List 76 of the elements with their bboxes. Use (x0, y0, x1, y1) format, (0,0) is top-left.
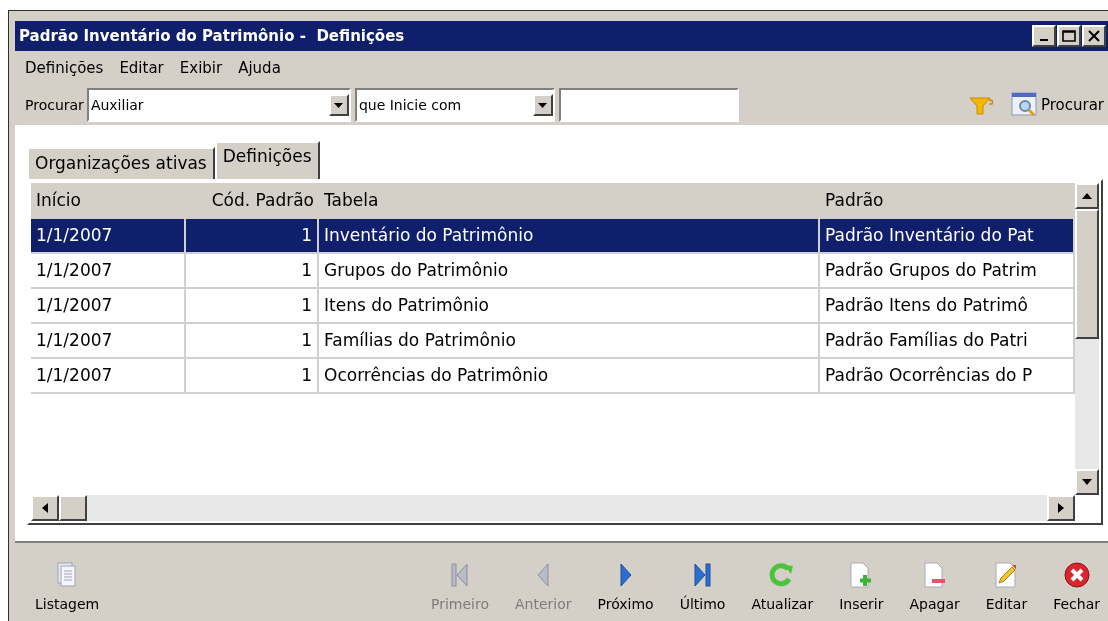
table-cell: 1/1/2007 (31, 219, 186, 252)
table-cell: Itens do Patrimônio (319, 289, 820, 322)
table-row[interactable]: 1/1/2007 1 Famílias do Patrimônio Padrão Famílias do Patri (31, 324, 1075, 359)
toolbar-button[interactable]: Inserir (835, 543, 888, 615)
column-header[interactable]: Tabela (319, 183, 820, 219)
toolbar-button[interactable]: Listagem (31, 543, 104, 615)
table-row[interactable]: 1/1/2007 1 Itens do Patrimônio Padrão Itens do Patrimô (31, 289, 1075, 324)
column-header[interactable]: Padrão (820, 183, 1075, 219)
scroll-thumb[interactable] (1075, 209, 1099, 339)
table-cell: Ocorrências do Patrimônio (319, 359, 820, 392)
scroll-thumb[interactable] (59, 495, 87, 521)
table-cell: 1 (186, 359, 319, 392)
minimize-button[interactable] (1032, 25, 1056, 47)
close-button[interactable] (1082, 25, 1106, 47)
document-icon (57, 562, 78, 588)
window-magnifier-icon (1010, 92, 1037, 118)
document-plus-icon (849, 562, 874, 588)
caret-icon (538, 102, 548, 108)
maximize-icon (1062, 30, 1076, 42)
condition-select[interactable]: que Inicie com (354, 88, 555, 122)
tab[interactable]: Organizações ativas (27, 147, 215, 179)
table-cell: Famílias do Patrimônio (319, 324, 820, 357)
column-header[interactable]: Cód. Padrão (186, 183, 319, 219)
toolbar-button[interactable]: Último (675, 543, 730, 615)
table-cell: 1 (186, 324, 319, 357)
table-cell: Grupos do Patrimônio (319, 254, 820, 287)
skip-last-icon (692, 562, 713, 588)
toolbar-button[interactable]: Apagar (905, 543, 964, 615)
triangle-right-icon (618, 562, 633, 588)
vertical-scrollbar[interactable] (1075, 183, 1099, 495)
menu-item[interactable]: Exibir (179, 56, 223, 80)
table-row[interactable]: 1/1/2007 1 Grupos do Patrimônio Padrão Grupos do Patrim (31, 254, 1075, 289)
caret-down-icon (1082, 479, 1092, 485)
table-cell: 1/1/2007 (31, 254, 186, 287)
document-pencil-icon (994, 562, 1019, 588)
triangle-left-icon (536, 562, 551, 588)
column-header[interactable]: Início (31, 183, 186, 219)
field-select[interactable]: Auxiliar (86, 88, 351, 122)
table-cell: 1 (186, 219, 319, 252)
table-cell: 1/1/2007 (31, 324, 186, 357)
minimize-icon (1040, 39, 1048, 41)
caret-up-icon (1082, 193, 1092, 199)
caret-right-icon (1058, 503, 1064, 513)
close-icon (1063, 562, 1090, 588)
scroll-left-button[interactable] (31, 495, 59, 521)
tab[interactable]: Definições (214, 141, 320, 179)
skip-first-icon (450, 562, 470, 588)
table-row[interactable]: 1/1/2007 1 Ocorrências do Patrimônio Padrão Ocorrências do P (31, 359, 1075, 394)
toolbar-button[interactable]: Próximo (593, 543, 658, 615)
menu-item[interactable]: Editar (119, 56, 164, 80)
close-icon (1088, 30, 1100, 42)
dropdown-arrow-button[interactable] (328, 94, 349, 116)
dropdown-arrow-button[interactable] (532, 94, 553, 116)
window-title: Padrão Inventário do Patrimônio - Definições (19, 25, 405, 47)
toolbar-button[interactable]: Atualizar (747, 543, 818, 615)
search-label: Procurar (25, 95, 84, 115)
table-cell: 1/1/2007 (31, 359, 186, 392)
scroll-up-button[interactable] (1075, 183, 1099, 209)
table-cell: 1 (186, 289, 319, 322)
caret-icon (334, 102, 344, 108)
menu-item[interactable]: Definições (25, 56, 104, 80)
caret-left-icon (42, 503, 48, 513)
scroll-down-button[interactable] (1075, 469, 1099, 495)
horizontal-scrollbar[interactable] (31, 495, 1075, 521)
document-minus-icon (922, 562, 947, 588)
table-cell: Inventário do Patrimônio (319, 219, 820, 252)
maximize-button[interactable] (1057, 25, 1081, 47)
scroll-right-button[interactable] (1047, 495, 1075, 521)
search-input[interactable] (558, 88, 739, 122)
table-row[interactable]: 1/1/2007 1 Inventário do Patrimônio Padrão Inventário do Pat (31, 219, 1075, 254)
table-cell: 1/1/2007 (31, 289, 186, 322)
table-cell: 1 (186, 254, 319, 287)
toolbar-button[interactable]: Editar (981, 543, 1032, 615)
toolbar-button[interactable]: Fechar (1049, 543, 1104, 615)
menu-item[interactable]: Ajuda (238, 56, 281, 80)
search-button[interactable]: Procurar (1010, 92, 1104, 118)
